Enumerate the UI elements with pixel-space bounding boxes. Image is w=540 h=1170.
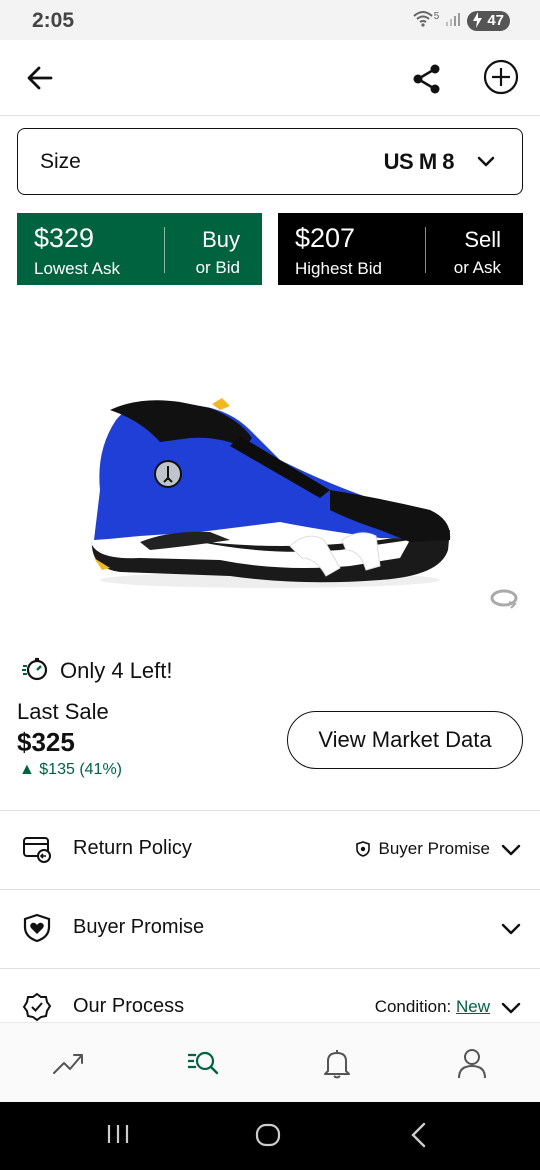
back-button[interactable]: [20, 58, 60, 98]
buyer-promise-tag-text: Buyer Promise: [378, 839, 490, 858]
lowest-ask-label: Lowest Ask: [34, 259, 120, 278]
or-bid-label: or Bid: [195, 258, 240, 277]
search-icon: [188, 1051, 219, 1075]
last-sale-price: $325: [17, 727, 75, 757]
condition-new-link[interactable]: New: [456, 997, 490, 1016]
buyer-promise-label: Buyer Promise: [73, 916, 205, 938]
chevron-down-icon: [500, 918, 522, 945]
nav-notifications[interactable]: [322, 1047, 352, 1084]
chevron-down-icon: [500, 839, 522, 866]
return-policy-row[interactable]: Return Policy Buyer Promise: [0, 810, 540, 890]
status-bar: 2:05 5 47: [0, 0, 540, 40]
highest-bid-label: Highest Bid: [295, 259, 382, 278]
size-selector[interactable]: Size US M 8: [17, 128, 523, 195]
stopwatch-icon: [22, 656, 48, 687]
recents-button[interactable]: [106, 1122, 130, 1151]
nav-trending[interactable]: [52, 1047, 84, 1084]
last-sale-label: Last Sale: [17, 699, 109, 724]
trending-icon: [53, 1054, 83, 1074]
add-to-list-button[interactable]: [482, 58, 520, 96]
charging-bolt-icon: [472, 12, 483, 33]
wifi-badge: 5: [433, 10, 440, 22]
lowest-ask-price: $329: [34, 223, 95, 253]
home-icon: [255, 1123, 281, 1147]
sell-label: Sell: [464, 227, 501, 252]
last-sale-change: ▲ $135 (41%): [19, 761, 122, 778]
divider: [425, 227, 426, 273]
bottom-nav: [0, 1022, 540, 1102]
system-nav-bar: [0, 1102, 540, 1170]
wifi-icon: [412, 10, 434, 33]
highest-bid-price: $207: [295, 223, 356, 253]
or-ask-label: or Ask: [453, 258, 501, 277]
stock-indicator: Only 4 Left!: [22, 656, 173, 686]
product-image[interactable]: [80, 390, 460, 600]
home-button[interactable]: [255, 1122, 281, 1153]
share-icon: [413, 64, 440, 94]
return-policy-label: Return Policy: [73, 837, 192, 859]
battery-indicator: 47: [467, 11, 510, 31]
recents-icon: [107, 1125, 129, 1143]
plus-circle-icon: [483, 59, 519, 95]
battery-level: 47: [487, 12, 504, 29]
share-button[interactable]: [406, 58, 448, 100]
size-label: Size: [40, 150, 81, 173]
status-time: 2:05: [32, 9, 75, 32]
condition-label: Condition:: [374, 997, 456, 1016]
return-card-icon: [22, 834, 52, 869]
buy-label: Buy: [202, 227, 240, 252]
nav-profile[interactable]: [456, 1047, 488, 1084]
back-nav-button[interactable]: [408, 1122, 430, 1153]
chevron-down-icon: [476, 152, 496, 177]
buyer-promise-tag: Buyer Promise: [355, 839, 490, 859]
status-icons: 5 47: [412, 10, 510, 32]
chevron-down-icon: [500, 997, 522, 1024]
sell-button[interactable]: $207 Highest Bid Sell or Ask: [278, 213, 523, 285]
bell-icon: [324, 1050, 350, 1079]
arrow-left-icon: [27, 66, 53, 90]
profile-icon: [458, 1049, 486, 1079]
back-nav-icon: [411, 1122, 426, 1148]
view-market-data-button[interactable]: View Market Data: [287, 711, 523, 769]
top-bar: [0, 40, 540, 116]
nav-search[interactable]: [186, 1047, 220, 1084]
divider: [164, 227, 165, 273]
our-process-label: Our Process: [73, 995, 185, 1017]
stock-text: Only 4 Left!: [60, 658, 173, 683]
buyer-promise-row[interactable]: Buyer Promise: [0, 889, 540, 969]
buy-button[interactable]: $329 Lowest Ask Buy or Bid: [17, 213, 262, 285]
condition-info: Condition: New: [375, 997, 490, 1017]
rotate-360-icon[interactable]: [489, 586, 519, 615]
signal-icon: [445, 11, 461, 32]
size-value: US M 8: [383, 149, 455, 174]
shield-small-icon: [355, 841, 370, 857]
shield-heart-icon: [22, 913, 52, 948]
